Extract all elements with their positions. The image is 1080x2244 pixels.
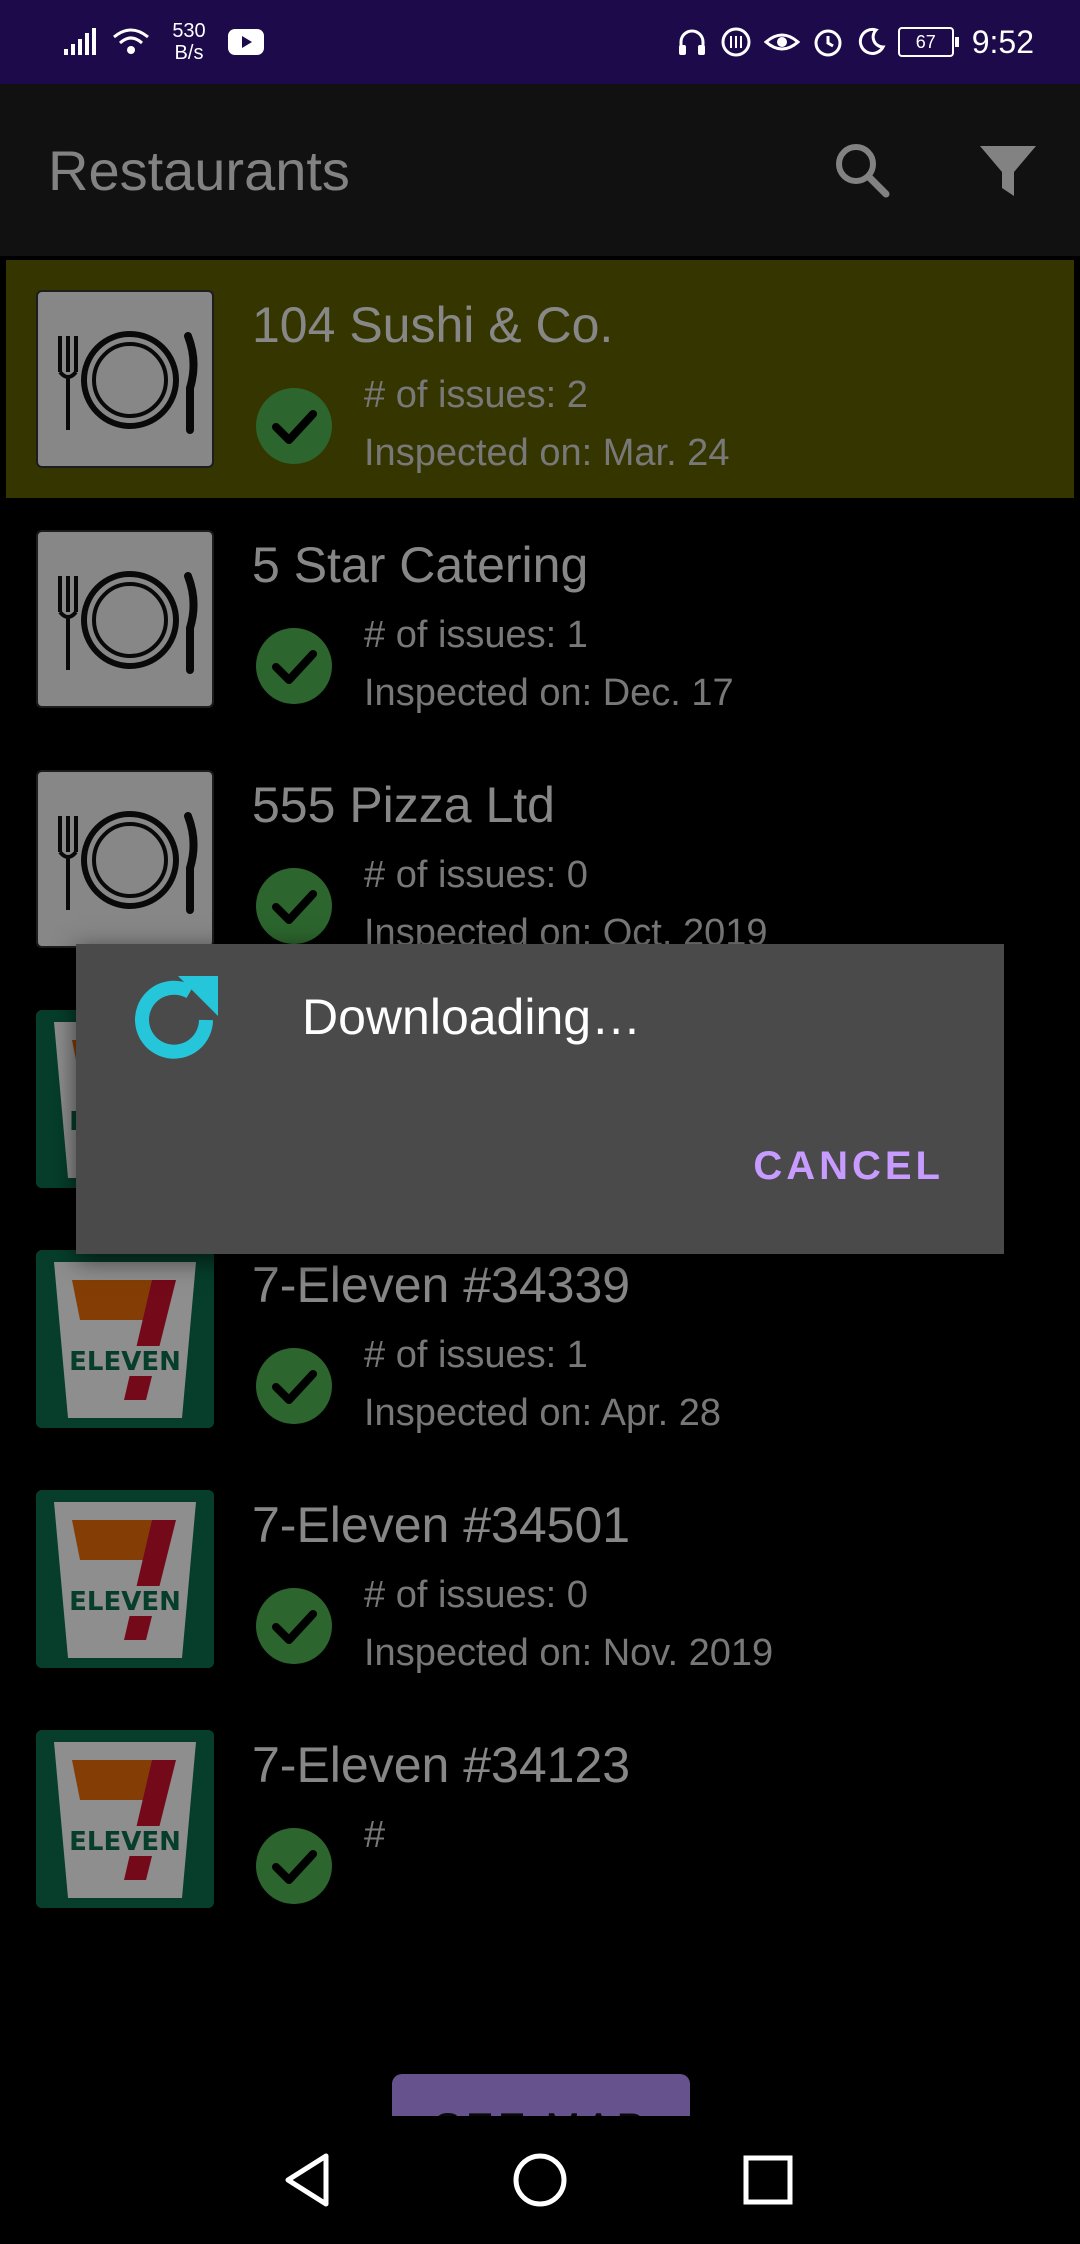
plate-icon [36, 530, 214, 708]
check-icon [256, 628, 332, 704]
check-icon [256, 1348, 332, 1424]
restaurant-row[interactable]: 555 Pizza Ltd # of issues: 0 Inspected on:… [6, 740, 1074, 978]
data-saver-icon [721, 27, 751, 57]
dialog-message: Downloading… [302, 989, 642, 1045]
see-map-button[interactable]: SEE MAP [392, 2074, 690, 2116]
restaurant-name: 7-Eleven #34123 [252, 1737, 631, 1793]
svg-text:ELEVEN: ELEVEN [69, 1347, 181, 1377]
inspection-date: Inspected on: Nov. 2019 [364, 1632, 774, 1674]
restaurant-row[interactable]: ELEVEN 7-Eleven #34123 # [6, 1700, 1074, 1938]
cancel-button[interactable]: CANCEL [753, 1144, 944, 1189]
inspection-date: Inspected on: Apr. 28 [364, 1392, 722, 1434]
home-icon[interactable] [506, 2146, 574, 2214]
check-icon [256, 388, 332, 464]
issue-count: # of issues: 1 [364, 1334, 588, 1376]
inspection-date: Inspected on: Mar. 24 [364, 432, 730, 474]
restaurant-name: 7-Eleven #34339 [252, 1257, 631, 1313]
filter-icon[interactable] [972, 134, 1044, 206]
restaurant-row[interactable]: 5 Star Catering # of issues: 1 Inspected o… [6, 500, 1074, 738]
issue-count: # of issues: 1 [364, 614, 588, 656]
issue-count: # of issues: 0 [364, 854, 588, 896]
check-icon [256, 1828, 332, 1904]
restaurant-row[interactable]: ELEVEN 7-Eleven #34501 # of issues: 0 Inspe… [6, 1460, 1074, 1698]
issue-count: # of issues: 0 [364, 1574, 588, 1616]
restaurant-name: 555 Pizza Ltd [252, 777, 555, 833]
back-icon[interactable] [276, 2146, 344, 2214]
headphones-icon [678, 29, 705, 55]
plate-icon [36, 290, 214, 468]
battery-indicator: 67 [897, 27, 959, 57]
svg-text:ELEVEN: ELEVEN [69, 1587, 181, 1617]
seven-eleven-logo: ELEVEN [36, 1250, 214, 1428]
navigation-bar [0, 2116, 1080, 2244]
restaurant-name: 5 Star Catering [252, 537, 589, 593]
downloading-dialog: Downloading… CANCEL [76, 944, 1004, 1254]
restaurant-name: 7-Eleven #34501 [252, 1497, 631, 1553]
seven-eleven-logo: ELEVEN [36, 1730, 214, 1908]
youtube-icon [228, 29, 264, 55]
status-bar: 530 B/s 67 9:52 [0, 0, 1080, 84]
restaurant-row[interactable]: 104 Sushi & Co. # of issues: 2 Inspected o… [6, 260, 1074, 498]
eye-comfort-icon [763, 33, 800, 51]
signal-icon [64, 28, 96, 55]
page-title: Restaurants [48, 139, 350, 202]
net-speed-value: 530 [172, 20, 206, 42]
restaurant-name: 104 Sushi & Co. [252, 297, 614, 353]
svg-text:ELEVEN: ELEVEN [69, 1827, 181, 1857]
alarm-icon [814, 29, 842, 57]
issue-count: # [364, 1814, 386, 1856]
inspection-date: Inspected on: Dec. 17 [364, 672, 734, 714]
issue-count: # of issues: 2 [364, 374, 588, 416]
refresh-icon [135, 976, 218, 1059]
clock: 9:52 [971, 23, 1034, 60]
plate-icon [36, 770, 214, 948]
search-icon[interactable] [826, 134, 898, 206]
seven-eleven-logo: ELEVEN [36, 1490, 214, 1668]
status-right: 67 9:52 [676, 0, 1034, 84]
app-bar: Restaurants [0, 84, 1080, 256]
check-icon [256, 868, 332, 944]
status-left: 530 B/s [62, 0, 264, 84]
check-icon [256, 1588, 332, 1664]
wifi-icon [113, 28, 149, 54]
net-speed: 530 B/s [164, 20, 214, 64]
moon-icon [858, 27, 886, 55]
restaurant-row[interactable]: ELEVEN 7-Eleven #34339 # of issues: 1 Inspe… [6, 1220, 1074, 1458]
recents-icon[interactable] [734, 2146, 802, 2214]
net-speed-unit: B/s [174, 42, 204, 64]
